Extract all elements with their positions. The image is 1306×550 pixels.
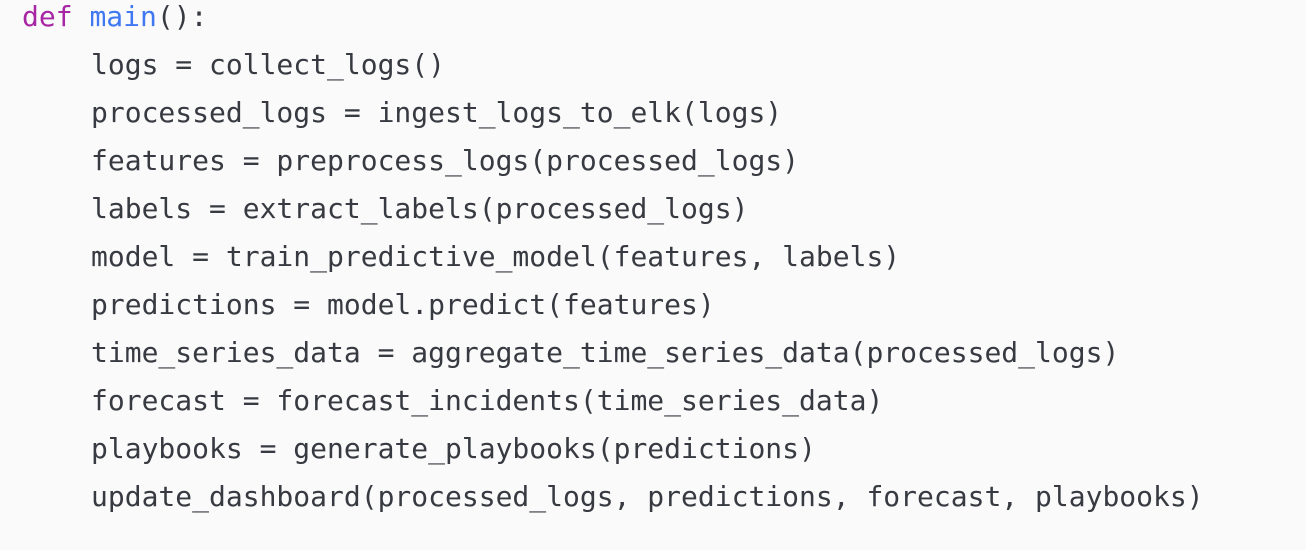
code-line: features = preprocess_logs(processed_log… (91, 144, 800, 177)
code-line: labels = extract_labels(processed_logs) (91, 192, 749, 225)
code-line: time_series_data = aggregate_time_series… (91, 336, 1120, 369)
keyword-def: def (22, 0, 73, 33)
code-line-signature: def main(): (22, 0, 207, 41)
code-line: update_dashboard(processed_logs, predict… (91, 480, 1204, 513)
code-line: predictions = model.predict(features) (91, 288, 715, 321)
code-block: def main(): logs = collect_logs() proces… (0, 0, 1306, 550)
function-name: main (89, 0, 157, 33)
signature-rest: (): (156, 0, 208, 33)
signature-space (73, 0, 90, 33)
code-line: logs = collect_logs() (91, 48, 446, 81)
code-line: model = train_predictive_model(features,… (91, 240, 901, 273)
code-line: playbooks = generate_playbooks(predictio… (91, 432, 816, 465)
code-line: forecast = forecast_incidents(time_serie… (91, 384, 884, 417)
code-line: processed_logs = ingest_logs_to_elk(logs… (91, 96, 783, 129)
